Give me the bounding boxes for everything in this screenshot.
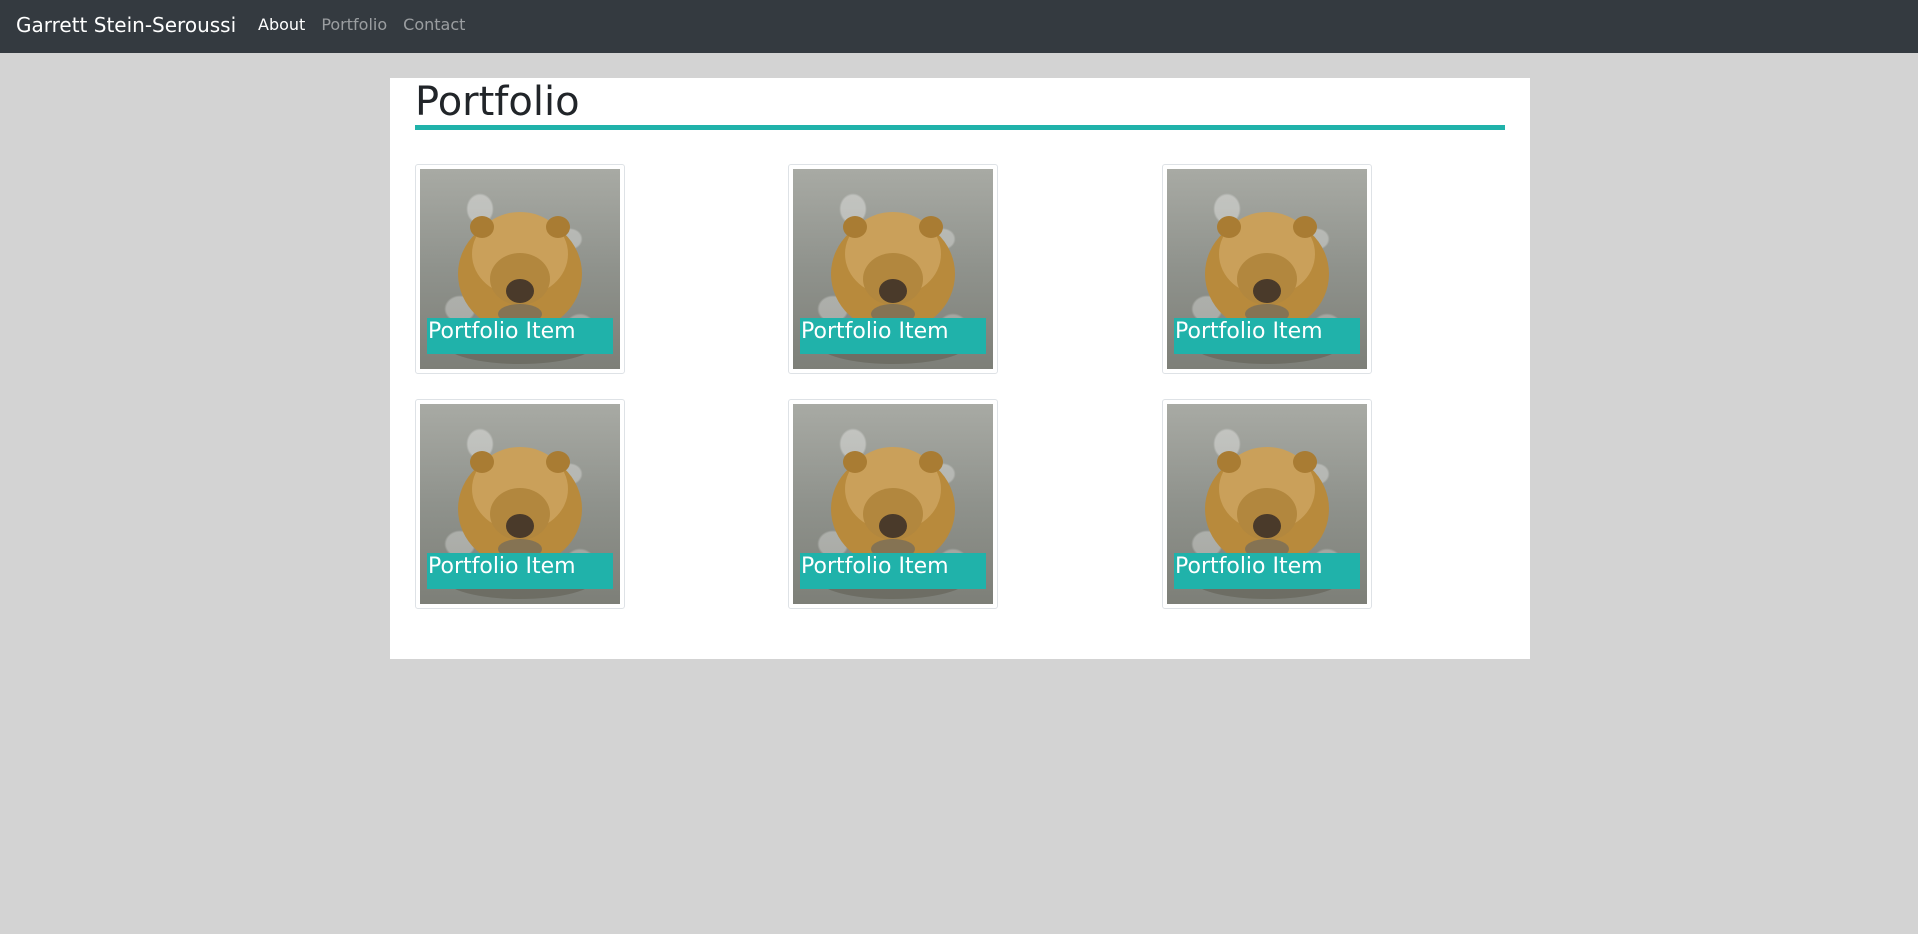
portfolio-card[interactable]: Portfolio Item xyxy=(788,164,998,374)
nav-link-portfolio[interactable]: Portfolio xyxy=(321,15,387,35)
nav-link-contact[interactable]: Contact xyxy=(403,15,465,35)
nav-link-about[interactable]: About xyxy=(258,15,305,35)
bear-photo: Portfolio Item xyxy=(793,404,993,604)
top-navbar: Garrett Stein-Seroussi About Portfolio C… xyxy=(0,0,1918,53)
portfolio-card[interactable]: Portfolio Item xyxy=(1162,399,1372,609)
portfolio-card[interactable]: Portfolio Item xyxy=(1162,164,1372,374)
portfolio-item-caption: Portfolio Item xyxy=(427,318,613,354)
portfolio-container: Portfolio Portfolio Item Portfolio Item … xyxy=(390,78,1530,659)
bear-photo: Portfolio Item xyxy=(420,404,620,604)
portfolio-item-caption: Portfolio Item xyxy=(800,318,986,354)
brand-link[interactable]: Garrett Stein-Seroussi xyxy=(16,12,236,38)
bear-photo: Portfolio Item xyxy=(1167,169,1367,369)
portfolio-item-caption: Portfolio Item xyxy=(800,553,986,589)
portfolio-card[interactable]: Portfolio Item xyxy=(788,399,998,609)
portfolio-card[interactable]: Portfolio Item xyxy=(415,399,625,609)
bear-photo: Portfolio Item xyxy=(1167,404,1367,604)
title-underline xyxy=(415,125,1505,130)
portfolio-item-caption: Portfolio Item xyxy=(1174,553,1360,589)
bear-photo: Portfolio Item xyxy=(420,169,620,369)
portfolio-card[interactable]: Portfolio Item xyxy=(415,164,625,374)
page-title: Portfolio xyxy=(415,79,580,125)
nav-links: About Portfolio Contact xyxy=(258,15,481,35)
portfolio-item-caption: Portfolio Item xyxy=(427,553,613,589)
bear-photo: Portfolio Item xyxy=(793,169,993,369)
portfolio-item-caption: Portfolio Item xyxy=(1174,318,1360,354)
